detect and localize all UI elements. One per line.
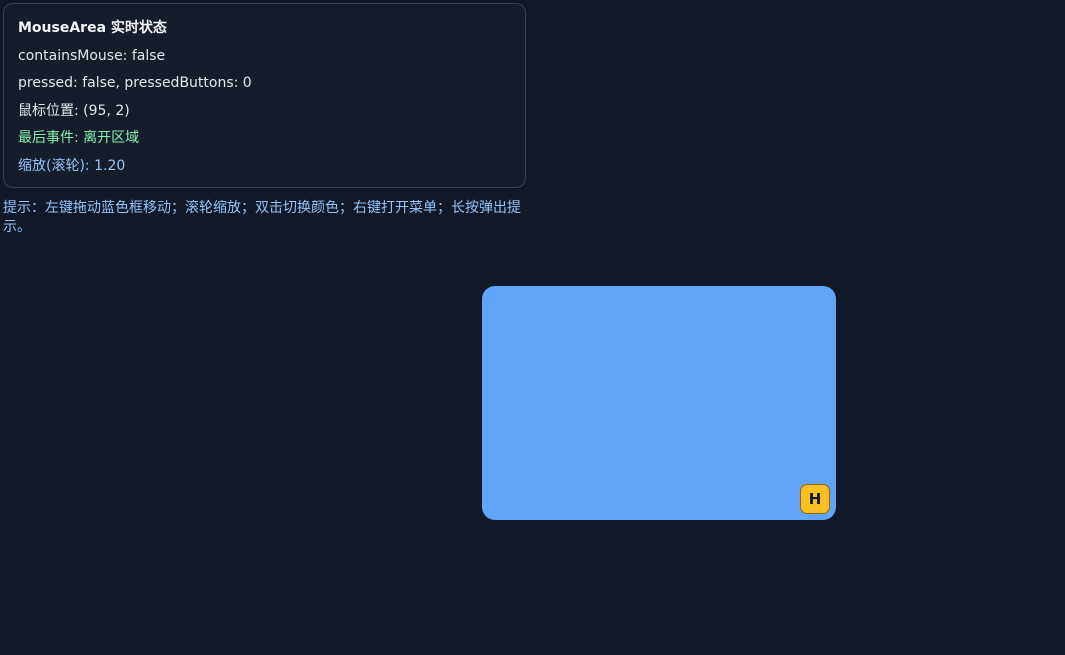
last-event-status: 最后事件: 离开区域 [18,130,140,146]
contains-mouse-status: containsMouse: false [18,48,166,64]
draggable-blue-box[interactable]: H [482,286,836,520]
status-panel: MouseArea 实时状态 containsMouse: false pres… [3,3,526,188]
zoom-status: 缩放(滚轮): 1.20 [18,158,126,174]
mouse-position-status: 鼠标位置: (95, 2) [18,103,130,119]
pressed-status: pressed: false, pressedButtons: 0 [18,75,252,91]
status-panel-title: MouseArea 实时状态 [18,20,167,36]
hint-text: 提示：左键拖动蓝色框移动；滚轮缩放；双击切换颜色；右键打开菜单；长按弹出提示。 [3,200,521,235]
resize-handle[interactable]: H [800,484,830,514]
stage: MouseArea 实时状态 containsMouse: false pres… [0,0,1065,655]
